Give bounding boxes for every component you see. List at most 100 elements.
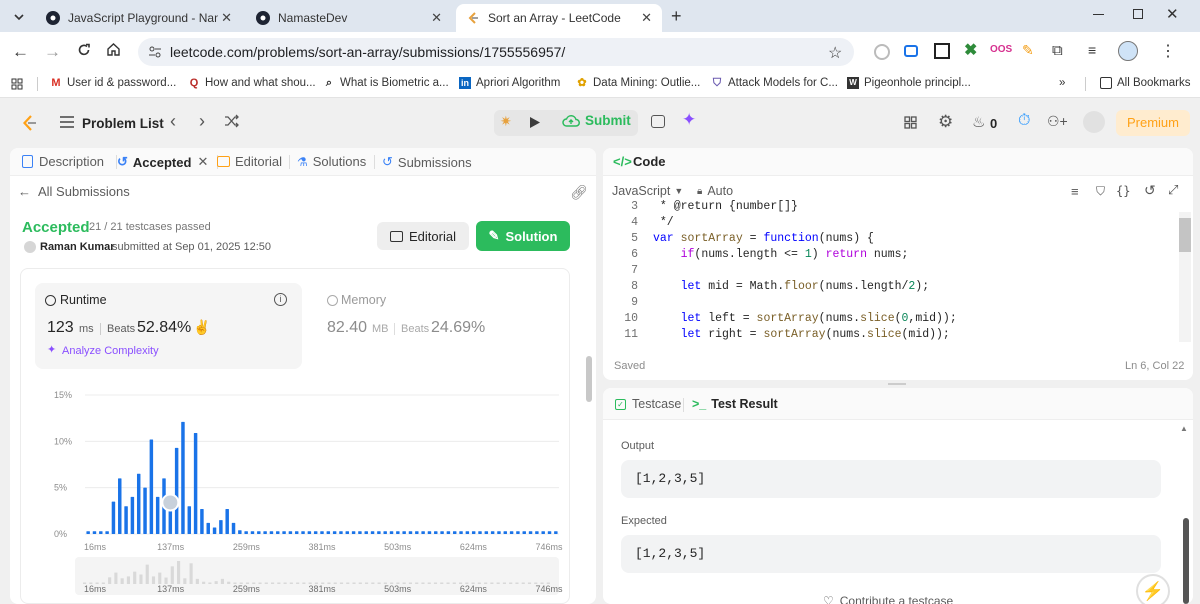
user-avatar[interactable] [1083,111,1105,133]
extension-icon[interactable]: ✎ [1022,42,1034,59]
format-icon[interactable]: ≡ [1071,184,1079,199]
bookmarks-overflow-button[interactable]: » [1059,77,1065,89]
bookmark-star-icon[interactable]: ☆ [828,43,842,63]
browser-tab-namastedev[interactable]: NamasteDev ✕ [246,4,452,32]
runtime-card[interactable]: Runtime i 123 ms Beats 52.84% ✌ ✦ Analyz… [35,283,302,369]
tab-accepted[interactable]: ↺ Accepted ✕ [117,154,208,170]
bookmark-item[interactable]: ⛉ Attack Models for C... [711,77,838,89]
prev-problem-icon[interactable]: ‹ [170,111,176,132]
expected-label: Expected [621,515,667,527]
forward-icon[interactable]: → [44,42,61,62]
close-tab-icon[interactable]: ✕ [641,10,652,26]
timer-icon[interactable]: ⏱ [1018,112,1030,130]
close-tab-icon[interactable]: ✕ [197,154,208,170]
tab-submissions[interactable]: ↺ Submissions [382,154,472,170]
panel-resize-handle[interactable] [888,383,906,385]
extension-icon[interactable] [904,45,918,57]
auto-mode-toggle[interactable]: 🔒︎ Auto [697,184,733,198]
braces-icon[interactable]: {} [1116,184,1130,198]
tab-description[interactable]: Description [22,154,104,169]
extension-icon[interactable]: OOS [990,44,1012,55]
all-bookmarks-button[interactable]: All Bookmarks [1100,77,1191,89]
layout-grid-icon[interactable] [904,116,917,129]
close-window-icon[interactable]: ✕ [1166,5,1179,23]
solution-button[interactable]: ✎ Solution [476,221,570,251]
code-scrollbar-thumb[interactable] [1179,218,1191,252]
chart-bar [118,478,122,534]
add-friend-icon[interactable]: ⚇+ [1047,113,1068,130]
submitter-name[interactable]: Raman Kumar [40,241,115,253]
restore-window-icon[interactable] [1133,9,1143,19]
result-scrollbar[interactable] [1183,518,1189,604]
puzzle-extensions-icon[interactable]: ⧉ [1052,42,1063,59]
chart-bar [497,531,501,534]
streak-fire-icon[interactable]: ♨ [972,113,985,131]
extension-icon[interactable]: ✖ [964,40,977,60]
contribute-testcase-button[interactable]: ♡ Contribute a testcase [823,594,953,604]
browser-tab-js-playground[interactable]: JavaScript Playground - Namas ✕ [36,4,242,32]
overview-bar [515,582,519,584]
browser-tab-sort-array[interactable]: Sort an Array - LeetCode ✕ [456,4,662,32]
reset-code-icon[interactable]: ↺ [1144,182,1156,199]
next-problem-icon[interactable]: › [199,111,205,132]
address-bar[interactable]: leetcode.com/problems/sort-an-array/subm… [138,38,854,66]
ai-sparkle-icon[interactable]: ✦ [682,110,696,130]
overview-bar [264,582,268,584]
tab-solutions[interactable]: ⚗ Solutions [297,154,366,169]
minimize-window-icon[interactable] [1093,14,1104,15]
shuffle-icon[interactable] [224,114,240,128]
analyze-complexity-link[interactable]: Analyze Complexity [62,345,159,357]
site-settings-icon[interactable] [148,45,162,59]
panel-scrollbar[interactable] [586,356,592,402]
tab-search-button[interactable] [10,8,28,26]
expand-icon[interactable]: ⤢ [1168,182,1178,198]
runtime-distribution-chart[interactable]: 15% 10% 5% 0% 16ms 137ms 259ms 381ms 503ms 624ms 7… [21,379,569,595]
chart-bar [389,531,394,534]
chart-bar [547,531,552,534]
screenshot-extension-icon[interactable] [934,43,950,59]
info-icon[interactable]: i [274,293,287,306]
back-icon[interactable]: ← [12,42,29,62]
overview-bar [452,582,456,584]
pdf-extension-icon[interactable]: ⚡ [1136,574,1170,604]
bookmark-item[interactable]: Q How and what shou... [188,77,316,89]
premium-button[interactable]: Premium [1116,110,1190,136]
submit-button[interactable]: Submit [562,113,631,128]
debug-bug-icon[interactable]: ✷ [500,113,512,130]
notes-icon[interactable] [651,115,665,128]
close-tab-icon[interactable]: ✕ [431,10,442,26]
home-icon[interactable] [106,42,121,57]
share-link-icon[interactable]: 🔗︎ [570,184,588,201]
tab-test-result[interactable]: >_ Test Result [692,397,778,411]
code-editor[interactable]: 3 * @return {number[]} 4 */ 5 var sortArr… [603,200,1178,344]
reload-icon[interactable] [77,43,91,57]
profile-avatar[interactable] [1118,41,1138,61]
close-tab-icon[interactable]: ✕ [221,10,232,26]
tab-editorial[interactable]: Editorial [217,154,282,169]
new-tab-button[interactable]: + [671,6,682,27]
bookmark-item[interactable]: ⌕ What is Biometric a... [323,77,449,89]
editorial-button[interactable]: Editorial [377,222,469,250]
bookmark-item[interactable]: M User id & password... [50,77,176,89]
bookmark-item[interactable]: W Pigeonhole principl... [847,77,971,89]
overview-bar [502,582,506,584]
extension-icon[interactable] [874,44,890,60]
language-select[interactable]: JavaScript ▼ [612,184,683,198]
tab-label: Testcase [632,397,682,411]
bookmark-icon[interactable]: ⛉ [1096,184,1105,199]
reading-list-icon[interactable]: ≡ [1088,42,1096,58]
chart-bar [421,531,425,534]
tab-testcase[interactable]: ✓ Testcase [615,397,681,411]
browser-menu-icon[interactable]: ⋮ [1160,41,1176,61]
apps-grid-icon[interactable] [11,78,23,90]
problem-list-button[interactable]: Problem List [82,116,164,131]
memory-card[interactable]: Memory 82.40 MB Beats 24.69% [315,283,555,369]
all-submissions-link[interactable]: ← All Submissions [18,184,130,199]
bookmark-item[interactable]: ✿ Data Mining: Outlie... [576,77,700,89]
chart-bar [358,531,362,534]
scroll-up-icon[interactable]: ▲ [1180,424,1188,433]
settings-gear-icon[interactable]: ⚙ [938,112,953,132]
leetcode-logo-icon[interactable] [20,114,38,132]
run-button[interactable] [529,116,541,129]
bookmark-item[interactable]: in Apriori Algorithm [459,77,560,89]
